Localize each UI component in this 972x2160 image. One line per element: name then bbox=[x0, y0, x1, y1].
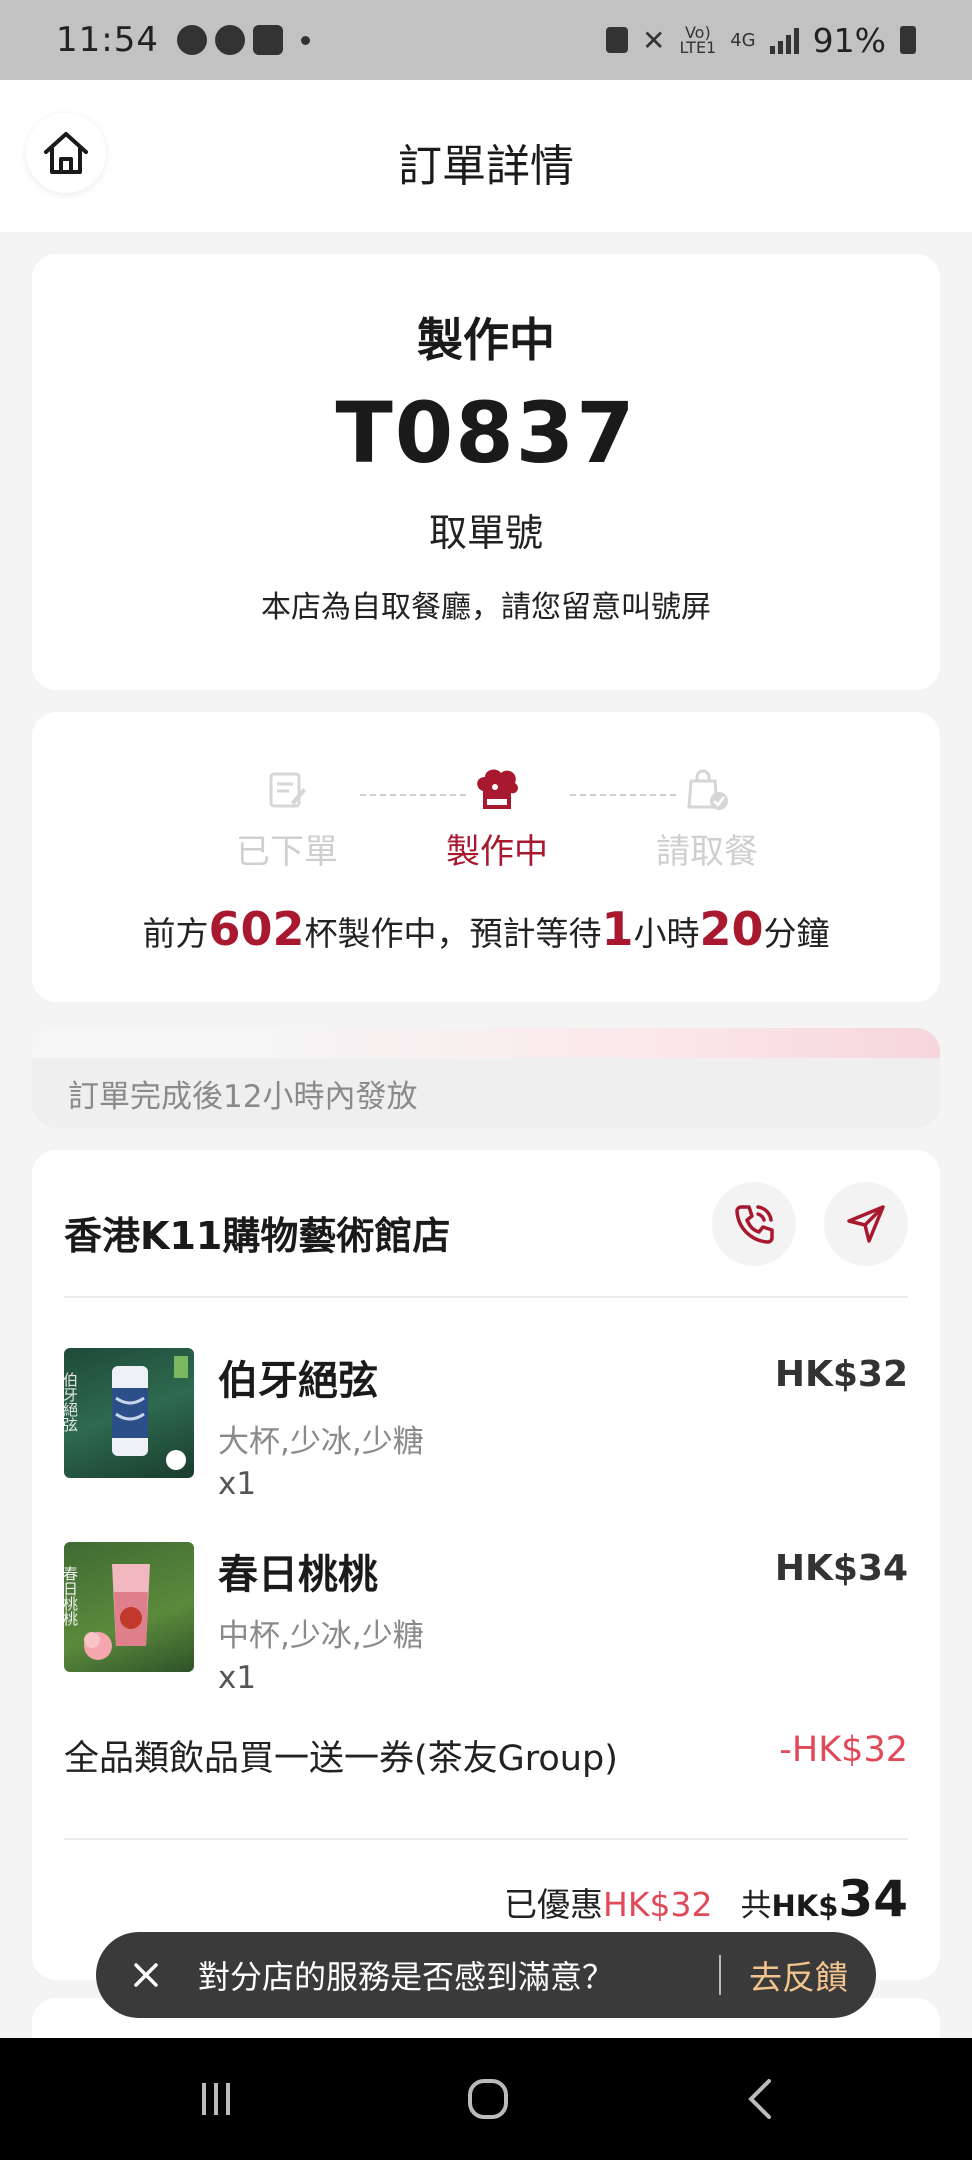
volte-indicator: Vo) LTE1 bbox=[679, 25, 717, 57]
divider bbox=[64, 1296, 908, 1298]
cups-ahead: 602 bbox=[208, 902, 305, 956]
home-nav-button[interactable] bbox=[458, 2076, 518, 2122]
step-label: 請取餐 bbox=[656, 832, 758, 872]
step-label: 已下單 bbox=[236, 832, 338, 872]
app-header: 訂單詳情 bbox=[0, 80, 972, 232]
item-price: HK$32 bbox=[774, 1354, 908, 1395]
order-status: 製作中 bbox=[417, 313, 555, 367]
order-progress-card: 已下單 製作中 請取餐 前方602杯製作中，預計等待1小時20分鐘 bbox=[32, 712, 940, 1002]
item-quantity: x1 bbox=[218, 1660, 257, 1696]
item-name: 春日桃桃 bbox=[218, 1552, 378, 1598]
more-notifications-dot bbox=[300, 35, 310, 45]
navigation-arrow-icon bbox=[847, 1205, 885, 1243]
wait-prefix: 前方 bbox=[142, 914, 209, 953]
wait-mid-text: 杯製作中，預計等待 bbox=[304, 914, 602, 953]
item-name: 伯牙絕弦 bbox=[218, 1358, 378, 1404]
battery-icon bbox=[900, 26, 916, 54]
notification-icons bbox=[176, 25, 310, 55]
divider bbox=[64, 1838, 908, 1840]
network-type: 4G bbox=[730, 29, 756, 51]
discount-label: 已優惠 bbox=[504, 1885, 604, 1924]
recents-icon bbox=[202, 2083, 230, 2115]
notification-app-icon bbox=[176, 25, 207, 55]
order-details-card: 香港K11購物藝術館店 伯牙絕弦 伯牙絕弦 大杯,少冰,少糖 x1 HK$32 bbox=[32, 1150, 940, 1980]
pickup-notice: 本店為自取餐廳，請您留意叫號屏 bbox=[261, 590, 711, 625]
wait-hours: 1 bbox=[601, 902, 634, 956]
toast-message: 對分店的服務是否感到滿意？ bbox=[198, 1958, 615, 1996]
pickup-bag-icon bbox=[687, 769, 728, 810]
reward-banner[interactable]: 訂單完成後12小時內發放 bbox=[32, 1028, 940, 1128]
system-nav-bar bbox=[0, 2038, 972, 2160]
alarm-icon bbox=[605, 27, 628, 53]
toast-separator bbox=[719, 1955, 721, 1995]
wait-minutes: 20 bbox=[699, 902, 764, 956]
step-label: 製作中 bbox=[446, 832, 548, 872]
mute-icon: ✕ bbox=[641, 23, 666, 57]
system-indicators: ✕ Vo) LTE1 4G 91% bbox=[605, 20, 916, 60]
product-thumbnail: 伯牙絕弦 bbox=[64, 1348, 194, 1478]
item-options: 大杯,少冰,少糖 bbox=[218, 1424, 424, 1460]
total-label: 共 bbox=[740, 1888, 772, 1924]
status-bar: 11:54 ✕ Vo) LTE1 4G 91% bbox=[0, 0, 972, 80]
recent-apps-button[interactable] bbox=[186, 2076, 246, 2122]
ticket-caption: 取單號 bbox=[428, 511, 543, 555]
navigate-button[interactable] bbox=[824, 1182, 908, 1266]
item-options: 中杯,少冰,少糖 bbox=[218, 1618, 424, 1654]
coupon-amount: -HK$32 bbox=[779, 1730, 908, 1770]
back-icon bbox=[748, 2079, 771, 2119]
page-title: 訂單詳情 bbox=[398, 141, 574, 192]
order-placed-icon bbox=[269, 772, 306, 808]
wechat-icon bbox=[214, 25, 245, 55]
drink-cup-image: 春日桃桃 bbox=[64, 1564, 150, 1660]
discount-amount: HK$32 bbox=[603, 1885, 713, 1924]
product-thumbnail: 春日桃桃 bbox=[64, 1542, 194, 1672]
step-ready-pickup: 請取餐 bbox=[632, 762, 782, 873]
call-store-button[interactable] bbox=[712, 1182, 796, 1266]
drink-cup-image: 伯牙絕弦 bbox=[64, 1356, 188, 1470]
total-currency: HK$ bbox=[771, 1889, 839, 1923]
banner-text: 訂單完成後12小時內發放 bbox=[32, 1058, 940, 1128]
hour-unit: 小時 bbox=[633, 914, 700, 953]
step-in-progress: 製作中 bbox=[422, 762, 572, 873]
order-totals: 已優惠 HK$32 共 HK$ 34 bbox=[504, 1870, 908, 1928]
status-time: 11:54 bbox=[56, 20, 159, 60]
coupon-row: 全品類飲品買一送一券(茶友Group) -HK$32 bbox=[64, 1730, 908, 1780]
store-name: 香港K11購物藝術館店 bbox=[64, 1214, 451, 1258]
pickup-number-card: 製作中 T0837 取單號 本店為自取餐廳，請您留意叫號屏 bbox=[32, 254, 940, 690]
back-nav-button[interactable] bbox=[730, 2076, 790, 2122]
lte-label: LTE1 bbox=[679, 38, 717, 57]
wait-estimate: 前方602杯製作中，預計等待1小時20分鐘 bbox=[32, 902, 940, 956]
item-quantity: x1 bbox=[218, 1466, 257, 1502]
toast-close-button[interactable] bbox=[124, 1953, 168, 1997]
step-order-placed: 已下單 bbox=[212, 762, 362, 873]
total-amount: 34 bbox=[838, 1870, 908, 1928]
thumb-caption: 伯牙絕弦 bbox=[64, 1372, 79, 1433]
close-icon bbox=[134, 1963, 158, 1987]
ticket-number: T0837 bbox=[335, 384, 637, 482]
chef-hat-icon bbox=[477, 769, 518, 809]
progress-steps: 已下單 製作中 請取餐 bbox=[222, 762, 782, 882]
battery-percent: 91% bbox=[812, 20, 886, 60]
wallet-icon bbox=[252, 25, 283, 55]
order-item: 伯牙絕弦 伯牙絕弦 大杯,少冰,少糖 x1 HK$32 bbox=[64, 1348, 908, 1518]
item-price: HK$34 bbox=[774, 1548, 908, 1589]
feedback-toast: 對分店的服務是否感到滿意？ 去反饋 bbox=[96, 1932, 876, 2018]
phone-icon bbox=[735, 1205, 774, 1244]
thumb-caption: 春日桃桃 bbox=[64, 1566, 79, 1627]
signal-icon bbox=[769, 26, 799, 54]
coupon-label: 全品類飲品買一送一券(茶友Group) bbox=[64, 1739, 618, 1779]
minute-unit: 分鐘 bbox=[763, 914, 830, 953]
feedback-button[interactable]: 去反饋 bbox=[749, 1951, 848, 1999]
home-circle-icon bbox=[468, 2079, 508, 2119]
order-item: 春日桃桃 春日桃桃 中杯,少冰,少糖 x1 HK$34 bbox=[64, 1542, 908, 1712]
